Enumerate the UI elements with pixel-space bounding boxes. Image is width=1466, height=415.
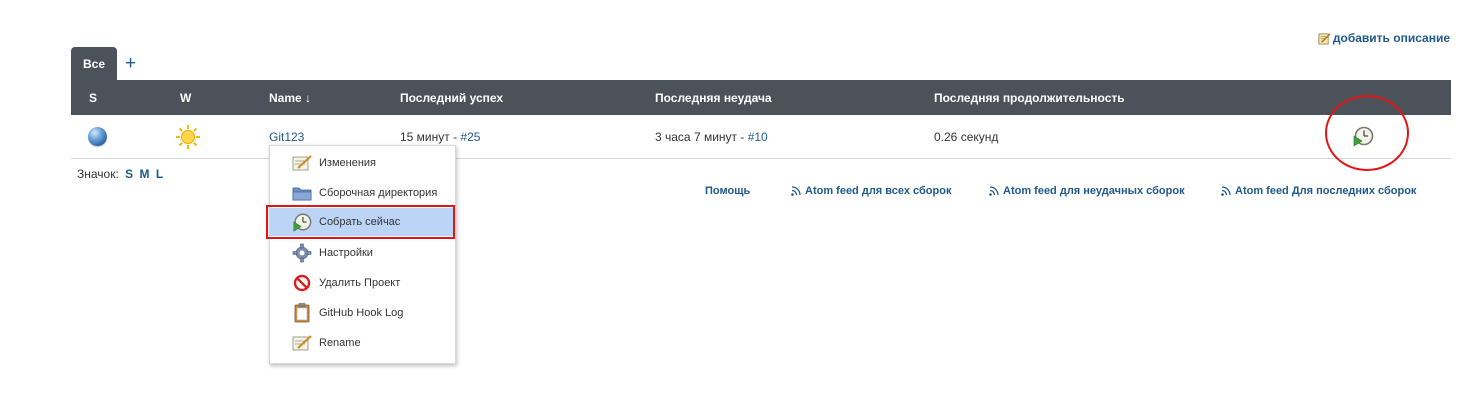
column-status[interactable]: S: [89, 91, 97, 105]
menu-item-build-now-label: Собрать сейчас: [319, 216, 401, 228]
last-success-build-link[interactable]: #25: [460, 130, 480, 144]
last-failure-build-link[interactable]: #10: [748, 130, 768, 144]
icon-size-label: Значок:: [77, 167, 119, 181]
add-description-label: добавить описание: [1332, 31, 1450, 45]
help-label: Помощь: [705, 185, 751, 197]
gear-icon: [292, 243, 312, 263]
last-failure-time: 3 часа 7 минут -: [655, 130, 748, 144]
column-last-failure[interactable]: Последняя неудача: [655, 91, 772, 105]
last-success-time: 15 минут -: [400, 130, 461, 144]
feed-latest-link[interactable]: Atom feed Для последних сборок: [1221, 185, 1416, 197]
add-view-button[interactable]: +: [125, 47, 136, 80]
rss-icon: [1221, 186, 1231, 196]
column-last-success[interactable]: Последний успех: [400, 91, 503, 105]
rss-icon: [989, 186, 999, 196]
jenkins-dashboard: добавить описание Все + S W Name ↓ После…: [0, 0, 1466, 415]
last-success-cell: 15 минут - #25: [400, 130, 480, 144]
job-context-menu: Изменения Сборочная директория Собрать с…: [269, 145, 456, 364]
notepad-icon: [292, 333, 312, 353]
feed-all-link[interactable]: Atom feed для всех сборок: [791, 185, 951, 197]
job-name-link[interactable]: Git123: [269, 130, 304, 144]
no-entry-icon: [292, 273, 312, 293]
notepad-icon: [292, 153, 312, 173]
menu-item-delete[interactable]: Удалить Проект: [270, 269, 455, 297]
status-blue-ball-icon: [88, 127, 107, 146]
menu-item-github-hook-log-label: GitHub Hook Log: [319, 307, 404, 319]
menu-item-rename[interactable]: Rename: [270, 329, 455, 357]
table-header: S W Name ↓ Последний успех Последняя неу…: [71, 80, 1451, 115]
folder-icon: [292, 183, 312, 203]
icon-size-l[interactable]: L: [156, 167, 163, 181]
menu-item-delete-label: Удалить Проект: [319, 277, 401, 289]
view-tabs: Все +: [71, 47, 136, 80]
feed-failed-link[interactable]: Atom feed для неудачных сборок: [989, 185, 1185, 197]
menu-item-changes[interactable]: Изменения: [270, 149, 455, 177]
menu-item-build-now[interactable]: Собрать сейчас: [270, 208, 455, 236]
feed-all-label: Atom feed для всех сборок: [805, 185, 952, 197]
menu-item-github-hook-log[interactable]: GitHub Hook Log: [270, 299, 455, 327]
menu-item-configure[interactable]: Настройки: [270, 239, 455, 267]
last-duration-cell: 0.26 секунд: [934, 130, 999, 144]
icon-size-legend: Значок: S M L: [77, 167, 163, 181]
feed-failed-label: Atom feed для неудачных сборок: [1003, 185, 1185, 197]
tab-all[interactable]: Все: [71, 47, 117, 80]
edit-note-icon: [1318, 32, 1331, 44]
column-weather[interactable]: W: [180, 91, 191, 105]
sunny-weather-icon: [176, 125, 200, 149]
icon-size-m[interactable]: M: [140, 167, 150, 181]
menu-item-workspace[interactable]: Сборочная директория: [270, 179, 455, 207]
help-link[interactable]: Помощь: [705, 185, 750, 197]
menu-item-configure-label: Настройки: [319, 247, 373, 259]
last-failure-cell: 3 часа 7 минут - #10: [655, 130, 768, 144]
add-description-link[interactable]: добавить описание: [1318, 31, 1450, 45]
icon-size-s[interactable]: S: [125, 167, 133, 181]
feed-latest-label: Atom feed Для последних сборок: [1235, 185, 1417, 197]
column-last-duration[interactable]: Последняя продолжительность: [934, 91, 1125, 105]
menu-item-rename-label: Rename: [319, 337, 361, 349]
menu-item-workspace-label: Сборочная директория: [319, 187, 438, 199]
column-name[interactable]: Name ↓: [269, 91, 311, 105]
rss-icon: [791, 186, 801, 196]
build-now-icon: [292, 212, 312, 232]
menu-item-changes-label: Изменения: [319, 157, 376, 169]
schedule-build-icon[interactable]: [1352, 125, 1374, 147]
clipboard-icon: [292, 303, 312, 323]
